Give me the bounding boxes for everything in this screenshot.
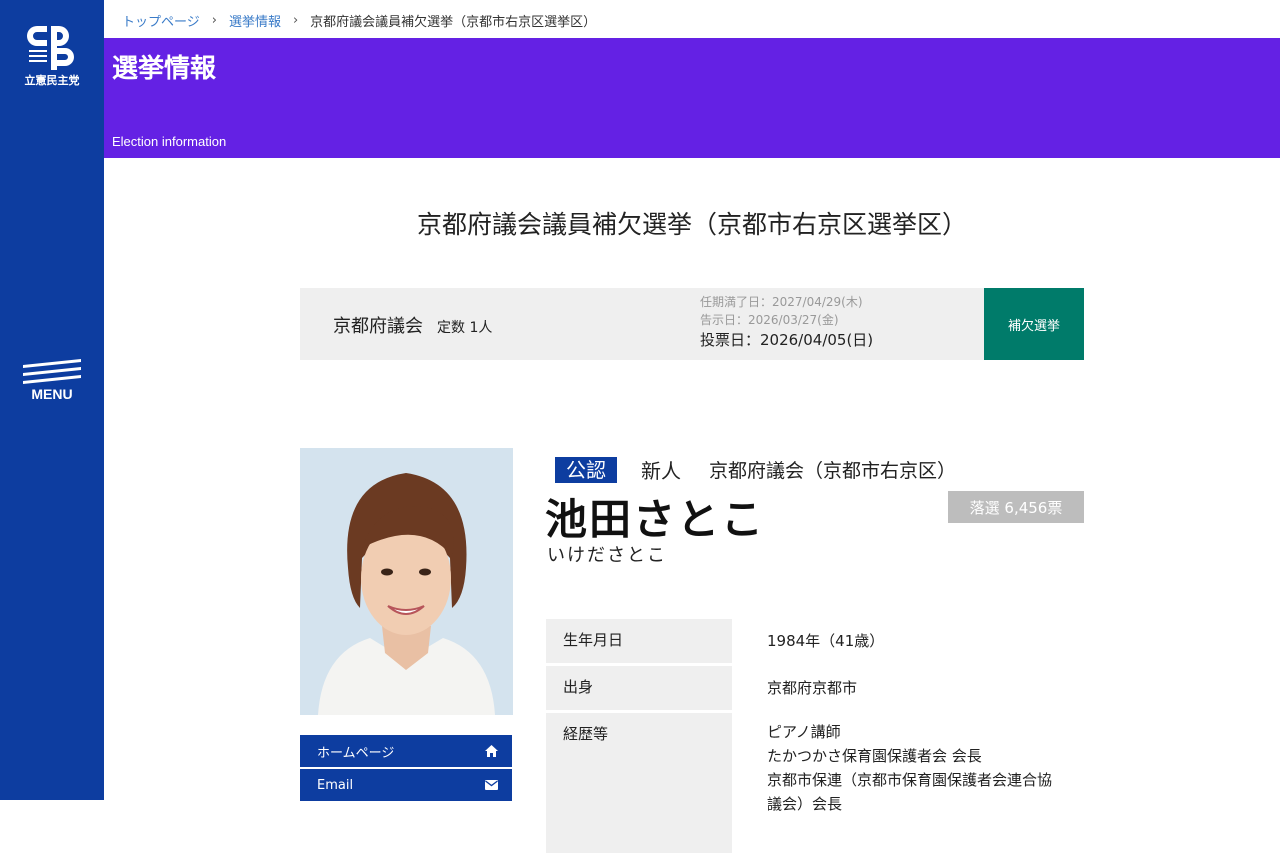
hamburger-icon xyxy=(23,358,81,385)
term-end-date: 任期満了日：2027/04/29(木) xyxy=(700,295,863,309)
candidate-status: 新人 xyxy=(641,459,681,483)
result-badge: 落選 6,456票 xyxy=(948,491,1084,523)
election-title: 京都府議会議員補欠選挙（京都市右京区選挙区） xyxy=(416,210,967,239)
home-icon xyxy=(485,745,498,757)
profile-row-origin: 出身 京都府京都市 xyxy=(546,666,1086,710)
profile-key: 出身 xyxy=(546,666,732,710)
party-logo[interactable]: 立憲民主党 xyxy=(20,22,84,92)
breadcrumb-home-link[interactable]: トップページ xyxy=(122,11,200,30)
page-subtitle: Election information xyxy=(112,134,227,149)
profile-value: ピアノ講師 たかつかさ保育園保護者会 会長 京都市保連（京都市保育園保護者会連合… xyxy=(732,713,1086,853)
election-info-box: 京都府議会 定数 1人 任期満了日：2027/04/29(木) 告示日：2026/… xyxy=(300,288,1084,360)
career-line: 京都市保連（京都市保育園保護者会連合協 xyxy=(767,771,1053,789)
chevron-right-icon: › xyxy=(211,12,217,28)
homepage-label: ホームページ xyxy=(317,745,395,761)
vote-date: 投票日：2026/04/05(日) xyxy=(700,331,874,349)
candidate-name: 池田さとこ xyxy=(545,495,766,544)
endorsement-badge: 公認 xyxy=(555,456,617,483)
email-button[interactable]: Email xyxy=(300,769,512,801)
career-line: たかつかさ保育園保護者会 会長 xyxy=(767,747,982,765)
breadcrumb-section-link[interactable]: 選挙情報 xyxy=(229,11,281,30)
envelope-icon xyxy=(485,780,498,790)
page-title: 選挙情報 xyxy=(112,54,217,84)
candidate-photo xyxy=(300,448,513,715)
profile-row-career: 経歴等 ピアノ講師 たかつかさ保育園保護者会 会長 京都市保連（京都市保育園保護… xyxy=(546,713,1086,853)
sidebar: 立憲民主党 MENU xyxy=(0,0,104,800)
notice-date: 告示日：2026/03/27(金) xyxy=(700,313,839,327)
breadcrumb-current: 京都府議会議員補欠選挙（京都市右京区選挙区） xyxy=(310,14,597,30)
candidate-district: 京都府議会（京都市右京区） xyxy=(709,460,957,482)
assembly-label: 京都府議会 xyxy=(333,316,423,337)
seat-count: 定数 1人 xyxy=(437,320,493,336)
page-banner: 選挙情報 Election information xyxy=(104,38,1280,158)
election-dates: 任期満了日：2027/04/29(木) 告示日：2026/03/27(金) 投票… xyxy=(700,293,873,349)
career-line: ピアノ講師 xyxy=(767,723,841,741)
assembly-name: 京都府議会 定数 1人 xyxy=(333,312,492,338)
chevron-right-icon: › xyxy=(292,12,299,28)
homepage-button[interactable]: ホームページ xyxy=(300,735,512,767)
profile-key: 生年月日 xyxy=(546,619,732,663)
party-name: 立憲民主党 xyxy=(24,74,80,87)
profile-value: 1984年（41歳） xyxy=(767,632,885,650)
candidate-kana: いけださとこ xyxy=(547,545,667,566)
election-type-badge: 補欠選挙 xyxy=(984,288,1084,360)
profile-key: 経歴等 xyxy=(546,713,732,853)
profile-value: 京都府京都市 xyxy=(767,679,858,697)
profile-row-birthdate: 生年月日 1984年（41歳） xyxy=(546,619,1086,663)
menu-label: MENU xyxy=(31,386,73,402)
menu-button[interactable]: MENU xyxy=(18,358,86,420)
profile-table: 生年月日 1984年（41歳） 出身 京都府京都市 経歴等 ピアノ講師 たかつか… xyxy=(546,619,1086,856)
cdp-logo-icon xyxy=(27,26,74,70)
breadcrumb: トップページ › 選挙情報 › 京都府議会議員補欠選挙（京都市右京区選挙区） xyxy=(122,10,596,30)
candidate-header: 公認 新人 京都府議会（京都市右京区） xyxy=(555,455,956,484)
email-label: Email xyxy=(317,777,354,793)
career-line: 議会）会長 xyxy=(767,795,843,813)
